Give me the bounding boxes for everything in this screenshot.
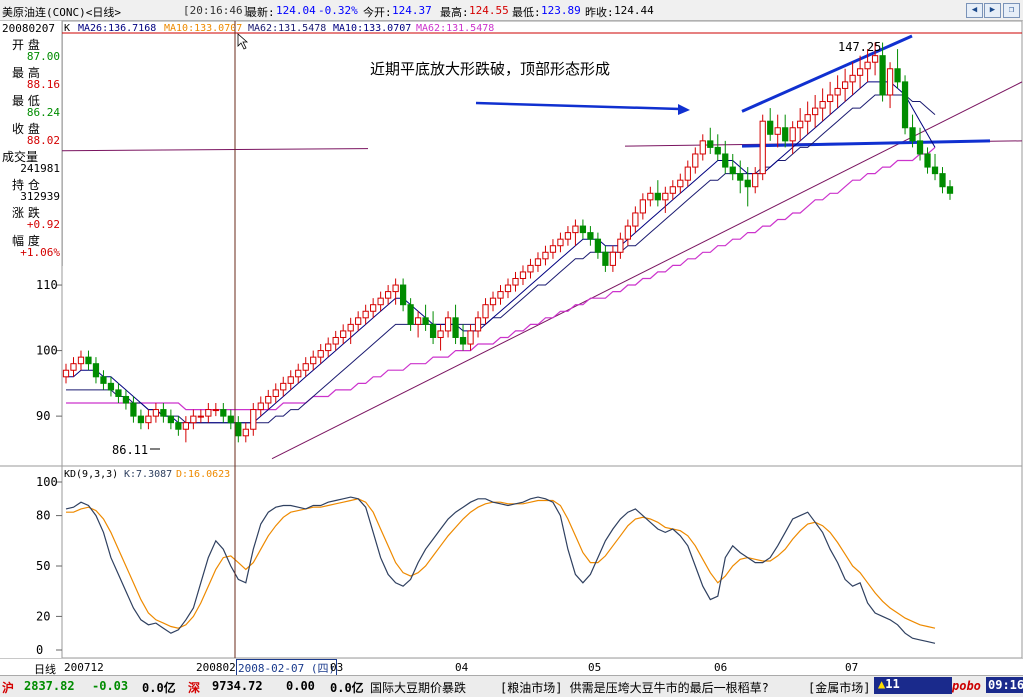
clock: 09:16 [986, 677, 1023, 693]
status-bar: 沪 2837.82 -0.03 0.0亿 深 9734.72 0.00 0.0亿… [0, 675, 1023, 697]
date-tick-05: 05 [588, 661, 602, 674]
annotation-overlay [475, 101, 690, 115]
date-tick-06: 06 [714, 661, 728, 674]
annotation-arrow-head [678, 104, 690, 115]
sh-amount: 0.0亿 [142, 681, 176, 695]
alert-badge[interactable]: ▲11 [874, 677, 952, 694]
sh-label: 沪 [2, 681, 15, 695]
date-tick-03: 03 [330, 661, 344, 674]
sh-index: 2837.82 [24, 679, 75, 693]
alert-count: 11 [885, 677, 900, 691]
sz-index: 9734.72 [212, 679, 263, 693]
date-axis-bar: 日线 200712 200802 2008-02-07 (四) 03 04 05… [0, 658, 1023, 677]
date-tick-04: 04 [455, 661, 469, 674]
news-item-2[interactable]: [粮油市场] 供需是压垮大豆牛市的最后一根稻草? [500, 679, 769, 696]
date-tick-200802: 200802 [196, 661, 236, 674]
annotation-arrow [475, 101, 681, 111]
news-item-3[interactable]: [金属市场] [808, 679, 870, 696]
sz-change: 0.00 [286, 679, 315, 693]
news-item-1[interactable]: 国际大豆期价暴跌 [370, 679, 466, 696]
sz-label: 深 [188, 681, 201, 695]
sz-amount: 0.0亿 [330, 681, 364, 695]
date-tick-200712: 200712 [64, 661, 104, 674]
date-tick-07: 07 [845, 661, 859, 674]
sh-change: -0.03 [92, 679, 129, 693]
brand-logo: pobo [952, 679, 981, 693]
